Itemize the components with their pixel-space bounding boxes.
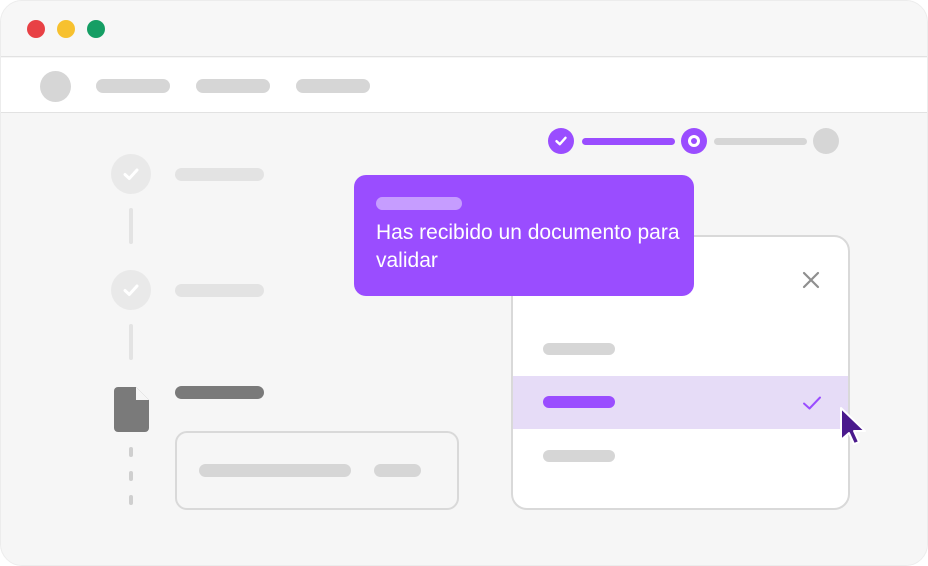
field-action[interactable] — [374, 464, 421, 477]
app-window: Has recibido un documento para validar — [0, 0, 928, 566]
top-navbar — [1, 58, 927, 113]
dropdown-option[interactable] — [513, 430, 848, 483]
timeline-dash — [129, 447, 133, 457]
option-label — [543, 396, 615, 408]
title-bar — [1, 1, 927, 57]
field-value — [199, 464, 351, 477]
dropdown-option-selected[interactable] — [513, 376, 848, 429]
check-icon — [123, 284, 139, 296]
timeline-step-completed — [111, 270, 151, 310]
option-label — [543, 450, 615, 462]
document-icon — [114, 387, 149, 432]
timeline-connector — [129, 324, 133, 360]
maximize-window-button[interactable] — [87, 20, 105, 38]
cursor-arrow-icon — [840, 407, 866, 445]
timeline-item-label — [175, 168, 264, 181]
step-connector-pending — [714, 138, 807, 145]
tooltip-header — [376, 197, 462, 210]
close-button[interactable] — [799, 268, 823, 292]
timeline-step-completed — [111, 154, 151, 194]
step-current — [681, 128, 707, 154]
step-connector-done — [582, 138, 675, 145]
check-icon — [555, 136, 567, 146]
notification-tooltip[interactable]: Has recibido un documento para validar — [354, 175, 694, 296]
avatar[interactable] — [40, 71, 71, 102]
dropdown-option[interactable] — [513, 323, 848, 376]
timeline-connector — [129, 208, 133, 244]
timeline-dash — [129, 471, 133, 481]
nav-item-3[interactable] — [296, 79, 370, 93]
close-icon — [802, 271, 820, 289]
check-icon — [123, 168, 139, 180]
timeline-item-label — [175, 284, 264, 297]
tooltip-message: Has recibido un documento para validar — [376, 221, 680, 272]
close-window-button[interactable] — [27, 20, 45, 38]
option-label — [543, 343, 615, 355]
nav-item-1[interactable] — [96, 79, 170, 93]
timeline-dash — [129, 495, 133, 505]
document-title — [175, 386, 264, 399]
nav-item-2[interactable] — [196, 79, 270, 93]
minimize-window-button[interactable] — [57, 20, 75, 38]
check-icon — [803, 396, 821, 410]
step-completed — [548, 128, 574, 154]
document-field[interactable] — [175, 431, 459, 510]
step-pending — [813, 128, 839, 154]
